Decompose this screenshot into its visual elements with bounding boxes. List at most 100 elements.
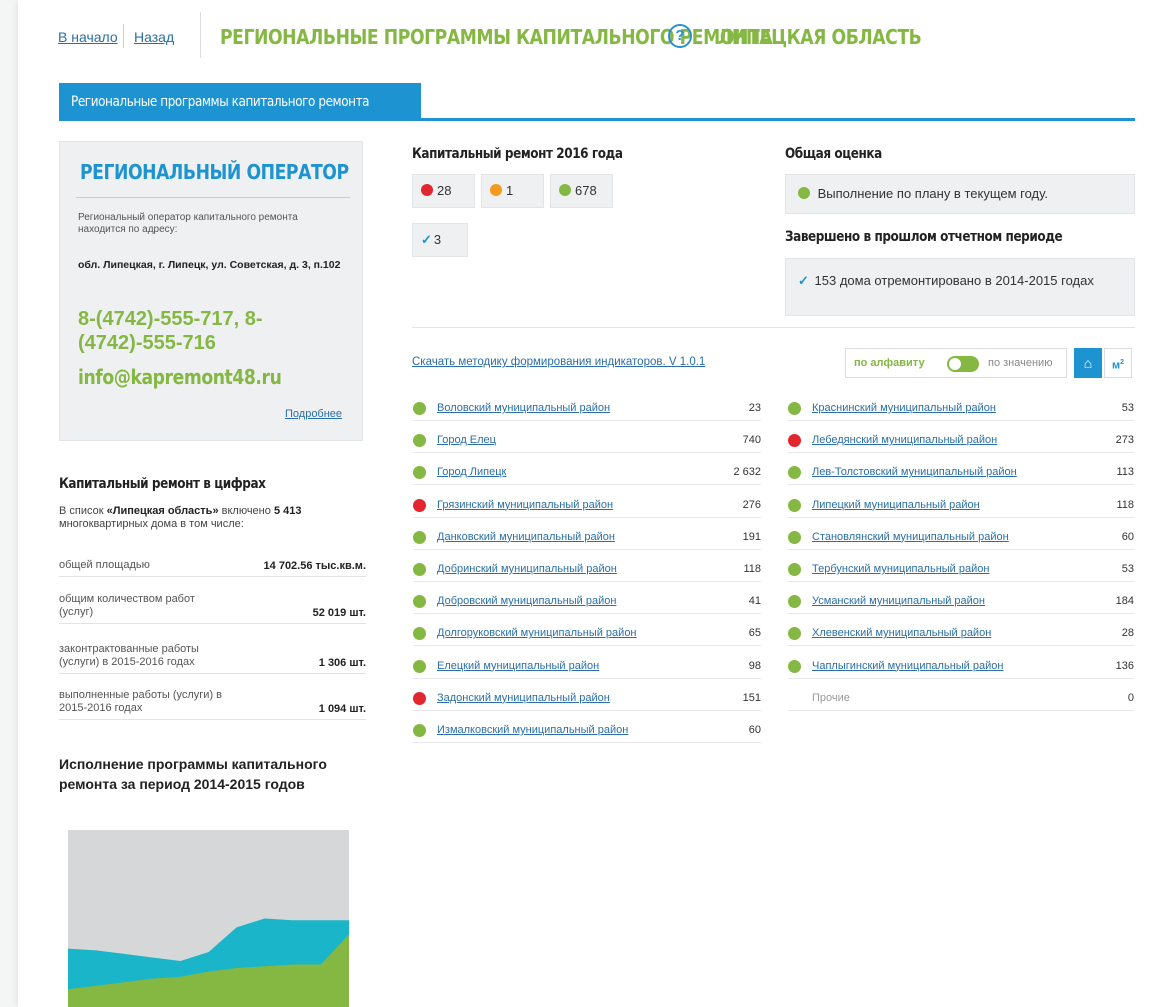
area-m2-button[interactable]: м2 — [1104, 348, 1132, 378]
district-name-link[interactable]: Данковский муниципальный район — [437, 531, 615, 543]
status-dot-icon — [788, 402, 801, 415]
operator-phone: 8-(4742)-555-717, 8-(4742)-555-716 — [78, 308, 263, 354]
status-dot-icon — [413, 724, 426, 737]
intro-count: 5 413 — [273, 505, 302, 517]
completed-text: 153 дома отремонтировано в 2014-2015 год… — [814, 273, 1094, 288]
execution-title: Исполнение программы капитального ремонт… — [59, 756, 327, 792]
status-dot-icon — [413, 691, 426, 705]
district-name-link[interactable]: Липецкий муниципальный район — [812, 499, 980, 511]
sort-value-label[interactable]: по значению — [988, 357, 1052, 369]
district-row: Чаплыгинский муниципальный район 136 — [788, 656, 1134, 679]
status-dot-icon — [413, 402, 426, 415]
page: В начало Назад РЕГИОНАЛЬНЫЕ ПРОГРАММЫ КА… — [18, 0, 1163, 1007]
district-name-link[interactable]: Лебедянский муниципальный район — [812, 434, 997, 446]
badge-orange-count: 1 — [506, 183, 514, 198]
district-value: 740 — [742, 434, 761, 447]
help-icon[interactable]: ? — [668, 24, 692, 48]
intro-mid: включено — [218, 505, 274, 517]
sort-alpha-label[interactable]: по алфавиту — [854, 357, 925, 369]
status-dot-icon — [788, 627, 801, 641]
operator-more-link[interactable]: Подробнее — [285, 408, 342, 420]
status-dot-icon — [788, 530, 801, 544]
district-name-link[interactable]: Город Елец — [437, 434, 496, 446]
district-row: Добринский муниципальный район 118 — [413, 559, 761, 582]
tab-regional-programs[interactable]: Региональные программы капитального ремо… — [59, 83, 421, 120]
district-name-link[interactable]: Усманский муниципальный район — [812, 595, 985, 607]
house-icon[interactable]: ⌂ — [1074, 348, 1102, 378]
operator-card: РЕГИОНАЛЬНЫЙ ОПЕРАТОР Региональный опера… — [59, 141, 363, 441]
district-value: 118 — [743, 563, 761, 575]
district-name-link[interactable]: Грязинский муниципальный район — [437, 499, 613, 511]
district-row: Долгоруковский муниципальный район 65 — [413, 623, 761, 647]
status-dot-icon — [413, 563, 426, 576]
status-dot-icon — [413, 627, 426, 641]
district-value: 0 — [1127, 691, 1134, 704]
intro-suffix: многоквартирных дома в том числе: — [59, 518, 244, 530]
intro-region: «Липецкая область» — [106, 505, 219, 517]
back-link[interactable]: Назад — [134, 29, 174, 45]
region-title: ЛИПЕЦКАЯ ОБЛАСТЬ — [718, 25, 922, 49]
tab-underline — [59, 118, 1135, 121]
tab-label: Региональные программы капитального ремо… — [71, 94, 370, 110]
status-dot-icon — [413, 530, 426, 544]
status-dot-icon — [413, 434, 426, 448]
header: В начало Назад РЕГИОНАЛЬНЫЕ ПРОГРАММЫ КА… — [18, 0, 1163, 70]
orange-dot-icon — [490, 184, 502, 196]
district-row: Усманский муниципальный район 184 — [788, 591, 1134, 615]
district-value: 41 — [748, 595, 761, 608]
district-name-link[interactable]: Измалковский муниципальный район — [437, 724, 628, 736]
badge-check[interactable]: ✓ 3 — [412, 223, 468, 257]
district-row: Становлянский муниципальный район 60 — [788, 527, 1134, 550]
district-name-link[interactable]: Воловский муниципальный район — [437, 402, 610, 414]
district-name-link[interactable]: Елецкий муниципальный район — [437, 660, 599, 672]
figure-label: законтрактованные работы (услуги) в 2015… — [59, 643, 199, 668]
district-value: 28 — [1121, 627, 1134, 640]
district-name-link[interactable]: Город Липецк — [437, 466, 506, 478]
district-name-link[interactable]: Чаплыгинский муниципальный район — [812, 660, 1003, 672]
badge-green[interactable]: 678 — [550, 174, 613, 208]
badge-orange[interactable]: 1 — [481, 174, 544, 208]
section-divider — [412, 327, 1135, 328]
status-dot-icon — [788, 659, 801, 673]
district-name-link[interactable]: Лев-Толстовский муниципальный район — [812, 466, 1017, 478]
overall-status: Выполнение по плану в текущем году. — [785, 174, 1135, 214]
status-dot-icon — [788, 434, 801, 448]
district-value: 2 632 — [733, 466, 761, 479]
district-row: Город Липецк 2 632 — [413, 462, 761, 486]
district-name-link[interactable]: Добринский муниципальный район — [437, 563, 617, 575]
district-row: Данковский муниципальный район 191 — [413, 527, 761, 550]
capital-2016-title: Капитальный ремонт 2016 года — [412, 146, 623, 162]
red-dot-icon — [421, 184, 433, 196]
operator-email[interactable]: info@kapremont48.ru — [78, 365, 282, 389]
badge-red[interactable]: 28 — [412, 174, 475, 208]
district-row: Тербунский муниципальный район 53 — [788, 559, 1134, 582]
district-name-link[interactable]: Хлевенский муниципальный район — [812, 627, 991, 639]
sort-toggle[interactable]: по алфавиту по значению — [845, 348, 1067, 378]
district-name-link: Прочие — [812, 691, 850, 704]
district-name-link[interactable]: Долгоруковский муниципальный район — [437, 627, 637, 639]
district-name-link[interactable]: Задонский муниципальный район — [437, 692, 610, 704]
status-dot-icon — [413, 498, 426, 512]
district-value: 151 — [742, 691, 761, 704]
district-value: 113 — [1116, 466, 1134, 479]
district-value: 60 — [748, 724, 761, 736]
check-icon: ✓ — [421, 232, 432, 247]
home-link[interactable]: В начало — [58, 29, 118, 45]
execution-chart — [68, 830, 349, 1007]
intro-prefix: В список — [59, 505, 107, 517]
district-value: 273 — [1115, 434, 1134, 447]
district-value: 136 — [1115, 659, 1134, 672]
district-value: 53 — [1121, 563, 1134, 575]
district-name-link[interactable]: Добровский муниципальный район — [437, 595, 616, 607]
sort-switch[interactable] — [947, 356, 979, 372]
download-methodology-link[interactable]: Скачать методику формирования индикаторо… — [412, 356, 705, 368]
figures-title: Капитальный ремонт в цифрах — [59, 476, 266, 492]
district-name-link[interactable]: Краснинский муниципальный район — [812, 402, 996, 414]
district-value: 191 — [742, 530, 761, 543]
status-dot-icon — [788, 563, 801, 576]
district-value: 60 — [1121, 530, 1134, 543]
district-row: Лебедянский муниципальный район 273 — [788, 430, 1134, 454]
district-value: 98 — [748, 659, 761, 672]
district-name-link[interactable]: Становлянский муниципальный район — [812, 531, 1009, 543]
district-name-link[interactable]: Тербунский муниципальный район — [812, 563, 989, 575]
